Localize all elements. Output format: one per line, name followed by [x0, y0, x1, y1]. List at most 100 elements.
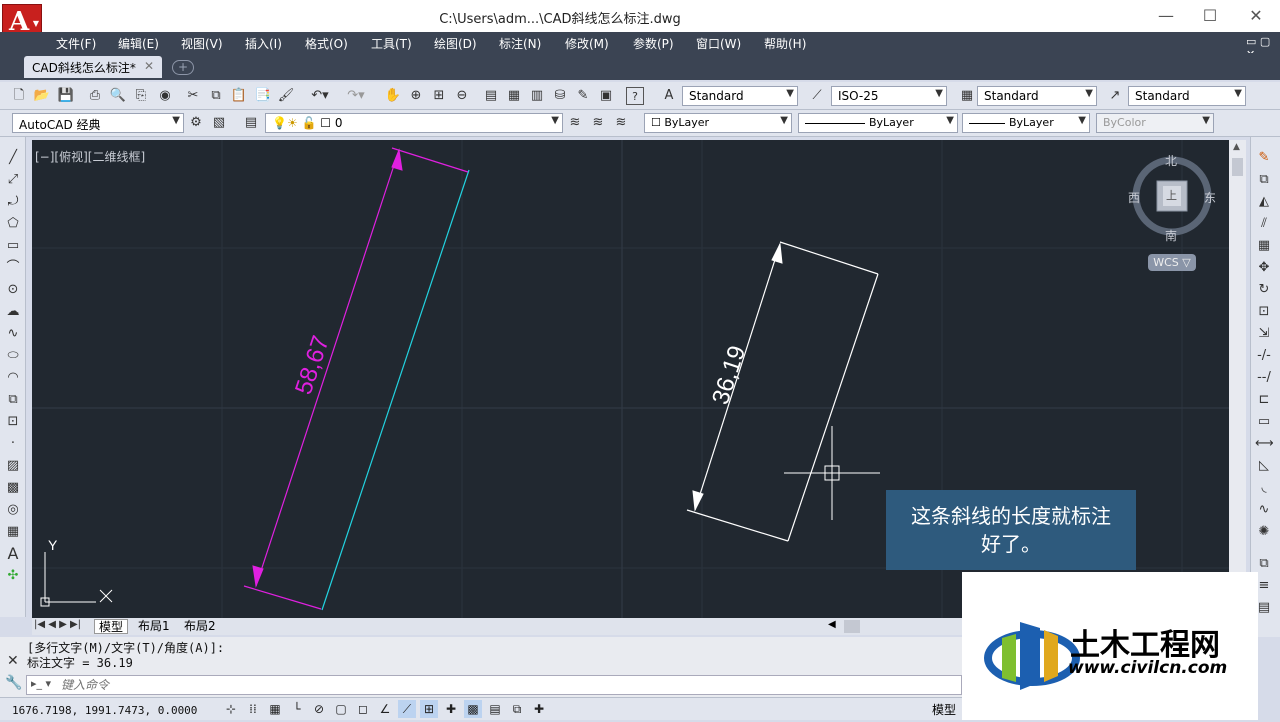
insert-block-icon[interactable]: ⧉	[4, 391, 22, 409]
object-snap-tracking-icon[interactable]: ∠	[376, 700, 394, 718]
fillet-icon[interactable]: ◟	[1255, 479, 1273, 497]
calculator-icon[interactable]: ▣	[597, 87, 615, 105]
menu-tools[interactable]: 工具(T)	[371, 35, 412, 52]
infer-constraints-icon[interactable]: ⊹	[222, 700, 240, 718]
layer-properties-icon[interactable]: ▤	[242, 114, 260, 132]
menu-modify[interactable]: 修改(M)	[565, 35, 609, 52]
model-space-toggle[interactable]: 模型	[932, 701, 956, 718]
extend-icon[interactable]: --/	[1255, 369, 1273, 387]
close-command-icon[interactable]: ✕	[7, 653, 19, 669]
wcs-menu[interactable]: WCS ▽	[1148, 254, 1196, 271]
annotation-monitor-icon[interactable]: ✚	[530, 700, 548, 718]
workspace-select[interactable]: AutoCAD 经典 ▼	[12, 113, 184, 133]
layer-select[interactable]: 💡☀ 🔓 ☐ 0 ▼	[265, 113, 563, 133]
zoom-realtime-icon[interactable]: ⊕	[407, 87, 425, 105]
revision-cloud-icon[interactable]: ☁	[4, 303, 22, 321]
object-snap-icon[interactable]: ▢	[332, 700, 350, 718]
wrench-icon[interactable]: 🔧	[5, 675, 22, 691]
gradient-icon[interactable]: ▩	[4, 479, 22, 497]
tool-palettes-icon[interactable]: ▥	[528, 87, 546, 105]
dim-style-icon[interactable]: ⟋	[808, 87, 826, 105]
break-icon[interactable]: ▭	[1255, 413, 1273, 431]
make-current-layer-icon[interactable]: ≋	[566, 114, 584, 132]
table-style-select[interactable]: Standard ▼	[977, 86, 1097, 106]
compass-west[interactable]: 西	[1128, 189, 1140, 206]
tab-close-icon[interactable]: ✕	[144, 59, 154, 73]
compass-east[interactable]: 东	[1204, 189, 1216, 206]
quick-properties-icon[interactable]: ▤	[486, 700, 504, 718]
minimize-button[interactable]: —	[1143, 4, 1189, 28]
workspace-settings-icon[interactable]: ⚙	[187, 114, 205, 132]
menu-parametric[interactable]: 参数(P)	[633, 35, 674, 52]
viewport-controls[interactable]: [−][俯视][二维线框]	[35, 148, 145, 165]
tab-layout2[interactable]: 布局2	[180, 619, 220, 634]
ortho-mode-icon[interactable]: └	[288, 700, 306, 718]
design-center-icon[interactable]: ◉	[156, 87, 174, 105]
polyline-icon[interactable]: ⤾	[4, 193, 22, 211]
sheet-set-icon[interactable]: ⛁	[551, 87, 569, 105]
transparency-icon[interactable]: ▩	[464, 700, 482, 718]
multileader-style-select[interactable]: Standard ▼	[1128, 86, 1246, 106]
new-tab-button[interactable]: +	[172, 60, 194, 75]
layer-previous-icon[interactable]: ≋	[589, 114, 607, 132]
move-icon[interactable]: ✥	[1255, 259, 1273, 277]
add-selected-icon[interactable]: ✣	[4, 567, 22, 585]
tab-layout1[interactable]: 布局1	[134, 619, 174, 634]
scroll-thumb[interactable]	[1232, 158, 1243, 176]
text-style-icon[interactable]: A	[660, 87, 678, 105]
copy-icon[interactable]: ⧉	[207, 87, 225, 105]
print-icon[interactable]: ⎙	[86, 87, 104, 105]
compass-north[interactable]: 北	[1165, 152, 1177, 169]
menu-insert[interactable]: 插入(I)	[245, 35, 282, 52]
ellipse-icon[interactable]: ⬭	[4, 347, 22, 365]
break-at-point-icon[interactable]: ⊏	[1255, 391, 1273, 409]
text-style-select[interactable]: Standard ▼	[682, 86, 798, 106]
lineweight-icon[interactable]: ✚	[442, 700, 460, 718]
linetype-select[interactable]: ByLayer ▼	[798, 113, 958, 133]
paste-icon[interactable]: 📋	[230, 87, 248, 105]
chamfer-icon[interactable]: ◺	[1255, 457, 1273, 475]
help-icon[interactable]: ?	[626, 87, 644, 105]
trim-icon[interactable]: -/-	[1255, 347, 1273, 365]
rotate-icon[interactable]: ↻	[1255, 281, 1273, 299]
save-icon[interactable]: 💾	[57, 87, 75, 105]
undo-icon[interactable]: ↶▾	[306, 87, 334, 105]
explode-icon[interactable]: ✺	[1255, 523, 1273, 541]
spline-icon[interactable]: ∿	[4, 325, 22, 343]
hatch-icon[interactable]: ▨	[4, 457, 22, 475]
table-style-icon[interactable]: ▦	[958, 87, 976, 105]
pan-icon[interactable]: ✋	[384, 87, 402, 105]
layer-state-icon[interactable]: ≋	[612, 114, 630, 132]
coordinates-readout[interactable]: 1676.7198, 1991.7473, 0.0000	[12, 704, 197, 717]
stretch-icon[interactable]: ⇲	[1255, 325, 1273, 343]
dim-style-select[interactable]: ISO-25 ▼	[831, 86, 947, 106]
open-file-icon[interactable]: 📂	[33, 87, 51, 105]
close-button[interactable]: ✕	[1233, 4, 1279, 28]
scroll-left-icon[interactable]: ◀	[828, 619, 836, 630]
match-properties-icon[interactable]: 🖌	[277, 87, 295, 105]
command-prompt-icon[interactable]: ▸_ ▾	[31, 677, 51, 690]
scroll-up-icon[interactable]: ▲	[1233, 142, 1240, 152]
make-block-icon[interactable]: ⊡	[4, 413, 22, 431]
dynamic-input-icon[interactable]: ⊞	[420, 700, 438, 718]
polar-tracking-icon[interactable]: ⊘	[310, 700, 328, 718]
slanted-line-1[interactable]	[321, 169, 470, 611]
compass-south[interactable]: 南	[1165, 227, 1177, 244]
markup-icon[interactable]: ✎	[574, 87, 592, 105]
grid-display-icon[interactable]: ▦	[266, 700, 284, 718]
draw-order-icon[interactable]: ⧉	[1255, 555, 1273, 573]
3d-object-snap-icon[interactable]: ◻	[354, 700, 372, 718]
arc-icon[interactable]: ⌒	[4, 259, 22, 277]
viewcube-face[interactable]: 上	[1166, 187, 1177, 203]
vertical-scrollbar[interactable]: ▲	[1229, 140, 1246, 618]
cut-icon[interactable]: ✂	[184, 87, 202, 105]
paste-special-icon[interactable]: 📑	[254, 87, 272, 105]
scale-icon[interactable]: ⊡	[1255, 303, 1273, 321]
new-file-icon[interactable]: 🗋	[10, 87, 28, 105]
offset-icon[interactable]: ⫽	[1255, 215, 1273, 233]
copy-object-icon[interactable]: ⧉	[1255, 171, 1273, 189]
zoom-window-icon[interactable]: ⊞	[430, 87, 448, 105]
color-select[interactable]: ☐ ByLayer ▼	[644, 113, 792, 133]
lineweight-select[interactable]: ByLayer ▼	[962, 113, 1090, 133]
print-preview-icon[interactable]: 🔍	[109, 87, 127, 105]
